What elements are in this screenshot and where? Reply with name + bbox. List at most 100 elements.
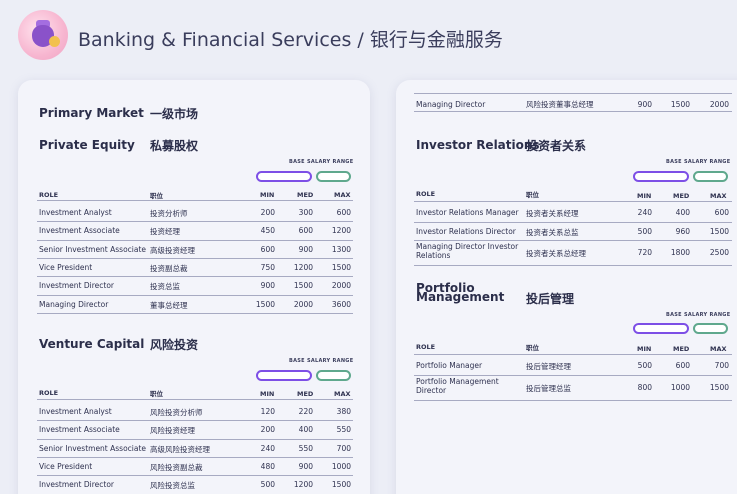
range-legend-purple [256, 370, 312, 381]
table-row-role: Senior Investment Associate [39, 244, 147, 254]
table-row-role: Managing Director [39, 299, 109, 309]
table-row-med: 1000 [670, 382, 690, 392]
table-row-zh: 投资副总裁 [150, 263, 188, 273]
table-row-role: Investment Director [39, 480, 114, 490]
col-header-min: MIN [637, 192, 652, 200]
table-row-med: 600 [298, 226, 313, 236]
table-row-min: 240 [637, 208, 652, 217]
table-row-max: 1000 [331, 461, 351, 471]
table-row-role: Investment Associate [39, 425, 120, 435]
table-row-role: Vice President [39, 461, 93, 471]
table-row-med: 400 [675, 208, 690, 217]
table-row-role: Managing Director [416, 100, 486, 109]
table-row-med: 1500 [293, 281, 313, 291]
table-row-zh: 高级投资经理 [150, 245, 195, 255]
table-row-min: 200 [260, 425, 275, 435]
table-row-max: 2000 [331, 281, 351, 291]
table-row-role: Investment Associate [39, 226, 120, 236]
table-row-max: 700 [336, 443, 351, 453]
table-row-zh: 风险投资总监 [150, 481, 195, 491]
col-header-med: MED [673, 345, 690, 353]
private-equity-title-zh: 私募股权 [150, 139, 199, 153]
col-header-max: MAX [334, 191, 351, 199]
table-row-min: 500 [260, 480, 275, 490]
table-row-med: 900 [298, 461, 313, 471]
table-row-zh: 董事总经理 [150, 300, 188, 310]
col-header-max: MAX [710, 192, 727, 200]
private-equity-title: Private Equity [39, 138, 135, 152]
table-row-max: 1500 [331, 262, 351, 272]
col-header-med: MED [297, 390, 314, 398]
table-row-max: 380 [336, 407, 351, 416]
table-row-zh: 投后管理经理 [526, 362, 571, 371]
range-legend-green [316, 370, 351, 381]
table-row-zh: 投资总监 [150, 282, 180, 292]
table-row-med: 300 [298, 208, 313, 217]
table-row-min: 500 [637, 226, 652, 236]
table-row-min: 800 [637, 382, 652, 392]
col-header-role: ROLE [416, 190, 436, 198]
salary-range-label: BASE SALARY RANGE [666, 159, 731, 165]
table-row-med: 2000 [293, 299, 313, 309]
table-row-min: 450 [260, 226, 275, 236]
investor-relations-title-zh: 投资者关系 [526, 139, 587, 153]
range-legend-purple [633, 171, 689, 182]
venture-capital-title-zh: 风险投资 [150, 338, 199, 352]
table-row-role: Investment Analyst [39, 407, 112, 416]
left-card: Primary Market 一级市场 Private Equity 私募股权 … [18, 80, 370, 494]
table-row-zh: 高级风险投资经理 [150, 444, 210, 454]
salary-range-label: BASE SALARY RANGE [289, 159, 354, 165]
table-row-min: 480 [260, 461, 275, 471]
table-row-role: Portfolio Management Director [416, 376, 499, 395]
investor-relations-title: Investor Relations [416, 138, 540, 152]
primary-market-title: Primary Market [39, 106, 144, 120]
salary-range-label: BASE SALARY RANGE [666, 312, 731, 318]
table-row-med: 960 [675, 226, 690, 236]
table-row-med: 1500 [670, 100, 690, 109]
table-row-med: 1800 [670, 248, 690, 257]
portfolio-management-title: Portfolio Management [416, 281, 505, 304]
table-row-max: 1500 [709, 226, 729, 236]
table-row-med: 600 [675, 361, 690, 370]
table-row-min: 500 [637, 361, 652, 370]
table-row-max: 600 [336, 208, 351, 217]
col-header-role: ROLE [39, 389, 59, 397]
col-header-role: ROLE [39, 191, 59, 199]
primary-market-title-zh: 一级市场 [150, 107, 199, 121]
table-row-min: 900 [637, 100, 652, 109]
table-row-min: 600 [260, 244, 275, 254]
table-row-max: 1200 [331, 226, 351, 236]
right-card: Managing Director 风险投资董事总经理 900 1500 200… [396, 80, 737, 494]
table-row-zh: 投资者关系总经理 [526, 249, 586, 258]
col-header-min: MIN [260, 390, 275, 398]
table-row-min: 240 [260, 443, 275, 453]
salary-range-label: BASE SALARY RANGE [289, 358, 354, 364]
table-row-med: 1200 [293, 480, 313, 490]
table-row-zh: 风险投资分析师 [150, 408, 203, 417]
table-row-role: Managing Director Investor Relations [416, 242, 519, 260]
table-row-zh: 投资分析师 [150, 209, 188, 218]
col-header-zh: 职位 [526, 344, 539, 352]
portfolio-management-title-zh: 投后管理 [526, 292, 575, 306]
table-row-zh: 投后管理总监 [526, 383, 571, 393]
table-row-med: 400 [298, 425, 313, 435]
col-header-zh: 职位 [150, 192, 163, 200]
table-row-med: 900 [298, 244, 313, 254]
col-header-min: MIN [260, 191, 275, 199]
table-row-min: 720 [637, 248, 652, 257]
money-bag-icon [18, 10, 68, 60]
table-row-max: 1300 [331, 244, 351, 254]
table-row-role: Investor Relations Manager [416, 208, 519, 217]
table-row-role: Investor Relations Director [416, 226, 516, 236]
table-row-zh: 投资者关系经理 [526, 209, 579, 218]
table-row-min: 900 [260, 281, 275, 291]
table-row-zh: 投资者关系总监 [526, 227, 579, 237]
table-row-role: Senior Investment Associate [39, 443, 147, 453]
range-legend-purple [256, 171, 312, 182]
table-row-max: 600 [714, 208, 729, 217]
table-row-max: 700 [714, 361, 729, 370]
table-row-max: 2500 [709, 248, 729, 257]
table-row-med: 220 [298, 407, 313, 416]
col-header-med: MED [297, 191, 314, 199]
col-header-min: MIN [637, 345, 652, 353]
